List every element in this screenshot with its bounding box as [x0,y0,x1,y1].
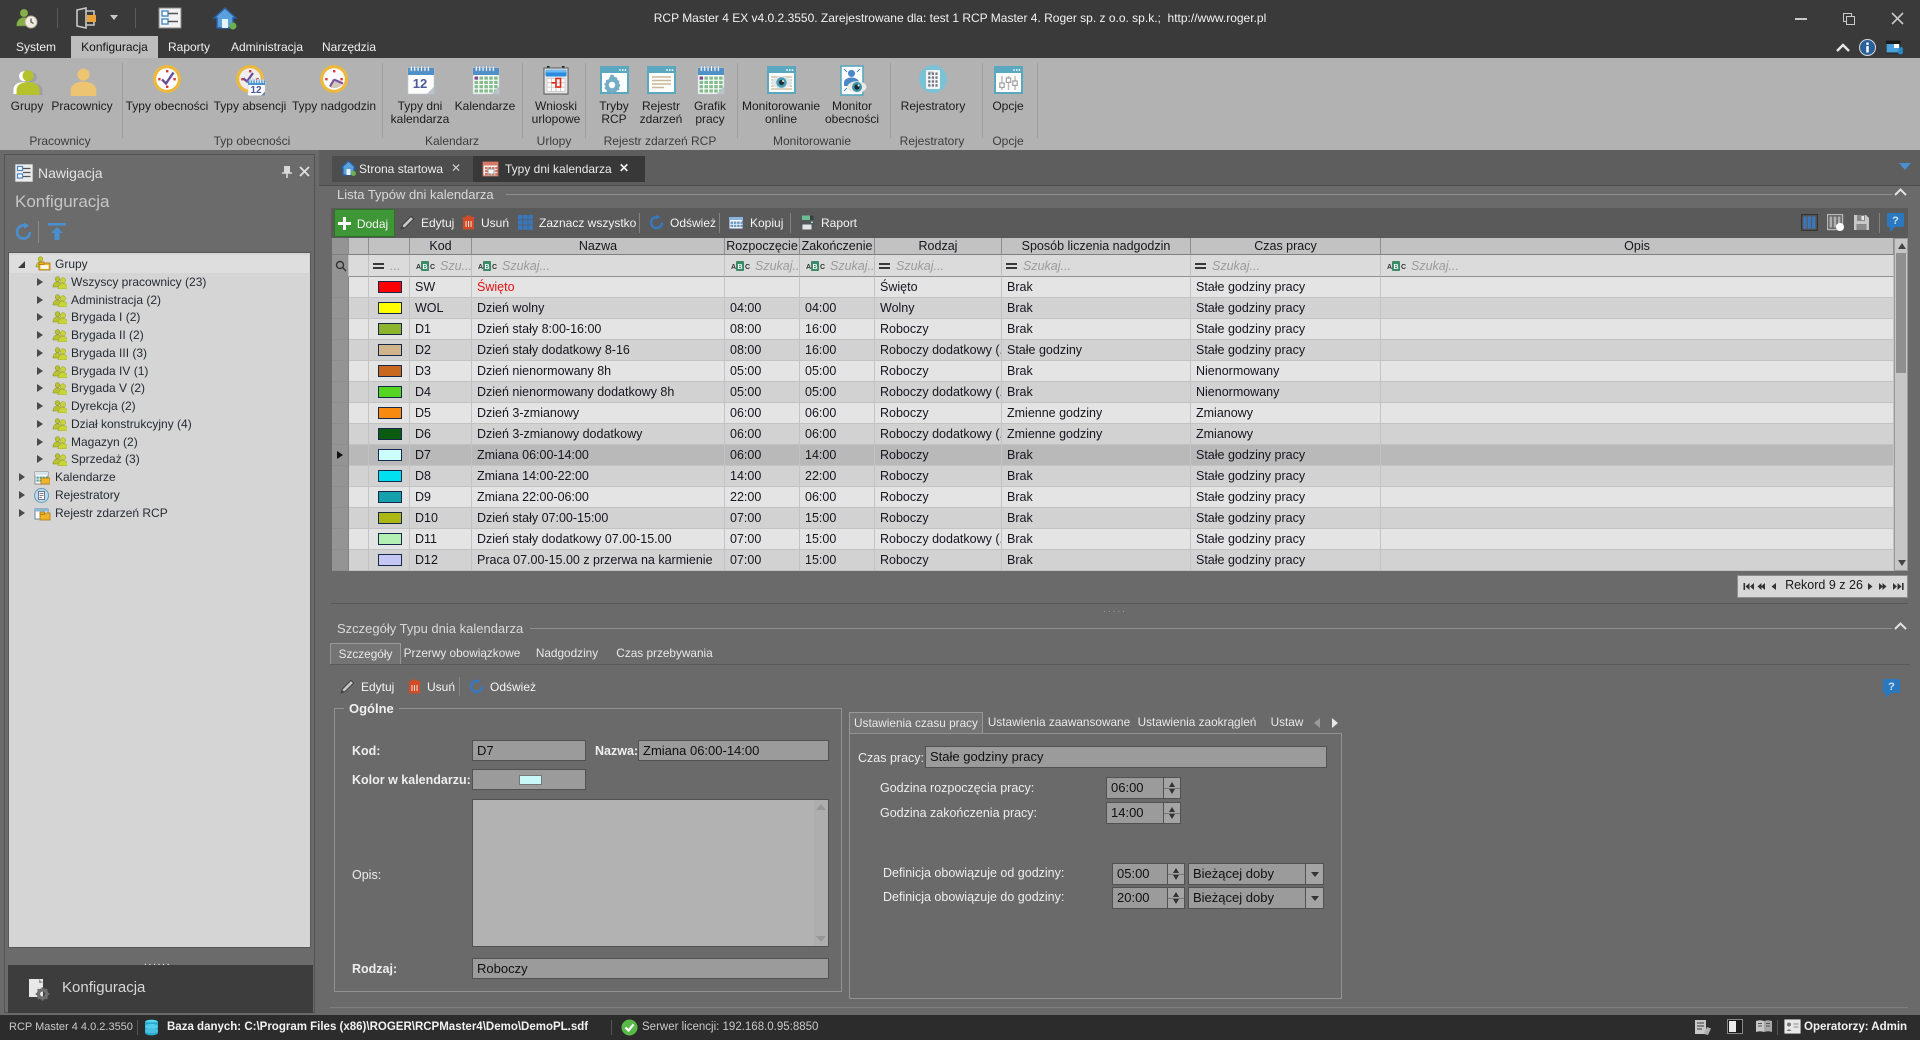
svg-text:B: B [422,264,427,271]
svg-text:C: C [492,264,497,271]
svg-text:A: A [731,264,736,271]
svg-text:B: B [737,264,742,271]
svg-text:B: B [484,264,489,271]
svg-text:A: A [478,264,483,271]
svg-text:C: C [820,264,825,271]
svg-text:A: A [806,264,811,271]
svg-text:B: B [1393,264,1398,271]
svg-text:12: 12 [413,76,427,91]
svg-text:?: ? [1892,215,1899,227]
svg-text:C: C [745,264,750,271]
svg-text:A: A [416,264,421,271]
svg-text:A: A [1387,264,1392,271]
svg-text:B: B [812,264,817,271]
svg-text:C: C [430,264,435,271]
svg-text:C: C [1401,264,1406,271]
svg-text:12: 12 [250,85,262,96]
svg-text:?: ? [1888,681,1895,693]
